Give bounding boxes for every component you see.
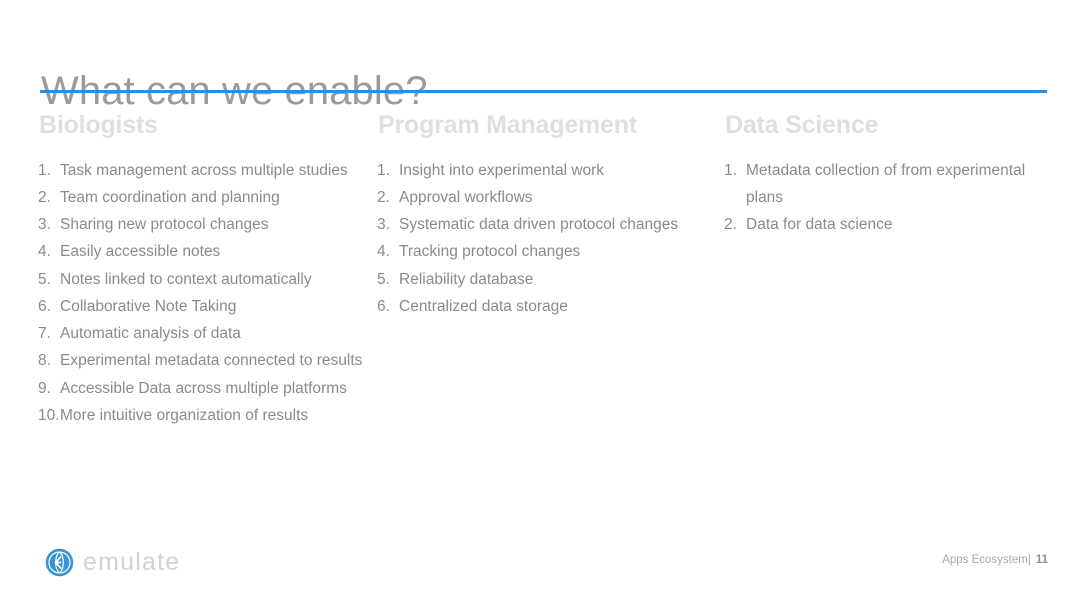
list-item-label: Easily accessible notes bbox=[60, 243, 221, 261]
list-data-science: 1. Metadata collection of from experimen… bbox=[724, 157, 1034, 239]
column-program-management: Program Management 1. Insight into exper… bbox=[377, 111, 697, 321]
footer-meta: Apps Ecosystem| 11 bbox=[942, 554, 1048, 566]
list-item-label: Automatic analysis of data bbox=[60, 325, 241, 343]
list-item-number: 4. bbox=[38, 243, 51, 261]
list-item: 9. Accessible Data across multiple platf… bbox=[38, 375, 368, 402]
title-divider bbox=[40, 90, 1047, 93]
list-item: 4. Tracking protocol changes bbox=[377, 238, 697, 265]
list-item-label: Notes linked to context automatically bbox=[60, 270, 312, 288]
list-item-label: Metadata collection of from experimental… bbox=[746, 161, 1026, 206]
slide-canvas: What can we enable? Biologists 1. Task m… bbox=[0, 0, 1080, 608]
list-item: 1. Metadata collection of from experimen… bbox=[724, 157, 1034, 212]
list-item-number: 2. bbox=[38, 188, 51, 206]
list-item: 2. Team coordination and planning bbox=[38, 184, 368, 211]
deck-label: Apps Ecosystem| bbox=[942, 554, 1031, 566]
emulate-circle-logo-icon bbox=[45, 548, 74, 577]
list-item: 10. More intuitive organization of resul… bbox=[38, 402, 368, 429]
column-header-data-science: Data Science bbox=[725, 111, 879, 139]
list-item-label: Insight into experimental work bbox=[399, 161, 605, 179]
list-item: 3. Sharing new protocol changes bbox=[38, 211, 368, 238]
list-item-number: 2. bbox=[724, 216, 737, 234]
list-item: 7. Automatic analysis of data bbox=[38, 320, 368, 347]
list-item: 6. Centralized data storage bbox=[377, 293, 697, 320]
list-item-number: 5. bbox=[377, 270, 390, 288]
footer-logo: emulate bbox=[45, 548, 180, 577]
list-item-label: Tracking protocol changes bbox=[399, 243, 581, 261]
list-item-label: Collaborative Note Taking bbox=[60, 297, 237, 315]
list-item-label: Sharing new protocol changes bbox=[60, 216, 269, 234]
list-item-number: 3. bbox=[38, 216, 51, 234]
list-biologists: 1. Task management across multiple studi… bbox=[38, 157, 368, 430]
list-item-label: Centralized data storage bbox=[399, 297, 568, 315]
list-item: 1. Insight into experimental work bbox=[377, 157, 697, 184]
list-item-number: 3. bbox=[377, 216, 390, 234]
list-item-number: 1. bbox=[377, 161, 390, 179]
page-number: 11 bbox=[1035, 554, 1048, 566]
list-item: 5. Notes linked to context automatically bbox=[38, 266, 368, 293]
list-item-number: 4. bbox=[377, 243, 390, 261]
list-item-number: 9. bbox=[38, 379, 51, 397]
list-item-number: 2. bbox=[377, 188, 390, 206]
list-item-number: 6. bbox=[38, 297, 51, 315]
column-biologists: Biologists 1. Task management across mul… bbox=[38, 111, 368, 430]
column-data-science: Data Science 1. Metadata collection of f… bbox=[724, 111, 1034, 239]
list-item: 5. Reliability database bbox=[377, 266, 697, 293]
list-item-label: Accessible Data across multiple platform… bbox=[60, 379, 347, 397]
column-header-program-management: Program Management bbox=[378, 111, 637, 139]
list-item-number: 8. bbox=[38, 352, 51, 370]
list-item-number: 5. bbox=[38, 270, 51, 288]
list-item: 6. Collaborative Note Taking bbox=[38, 293, 368, 320]
list-item-label: Approval workflows bbox=[399, 188, 533, 206]
content-columns: Biologists 1. Task management across mul… bbox=[0, 111, 1080, 512]
list-item: 8. Experimental metadata connected to re… bbox=[38, 347, 368, 374]
list-item-label: More intuitive organization of results bbox=[60, 406, 309, 424]
list-item-label: Experimental metadata connected to resul… bbox=[60, 352, 363, 370]
column-header-biologists: Biologists bbox=[39, 111, 158, 139]
list-item-number: 7. bbox=[38, 325, 51, 343]
list-item-number: 1. bbox=[38, 161, 51, 179]
emulate-wordmark: emulate bbox=[83, 548, 181, 576]
list-item-number: 10. bbox=[38, 406, 60, 424]
list-item: 3. Systematic data driven protocol chang… bbox=[377, 211, 697, 238]
list-item-number: 6. bbox=[377, 297, 390, 315]
list-item-label: Team coordination and planning bbox=[60, 188, 280, 206]
list-item: 4. Easily accessible notes bbox=[38, 238, 368, 265]
list-item-label: Systematic data driven protocol changes bbox=[399, 216, 679, 234]
list-program-management: 1. Insight into experimental work 2. App… bbox=[377, 157, 697, 321]
list-item-label: Reliability database bbox=[399, 270, 534, 288]
list-item-number: 1. bbox=[724, 161, 737, 179]
list-item: 1. Task management across multiple studi… bbox=[38, 157, 368, 184]
list-item-label: Data for data science bbox=[746, 216, 893, 234]
list-item-label: Task management across multiple studies bbox=[60, 161, 348, 179]
list-item: 2. Data for data science bbox=[724, 211, 1034, 238]
list-item: 2. Approval workflows bbox=[377, 184, 697, 211]
